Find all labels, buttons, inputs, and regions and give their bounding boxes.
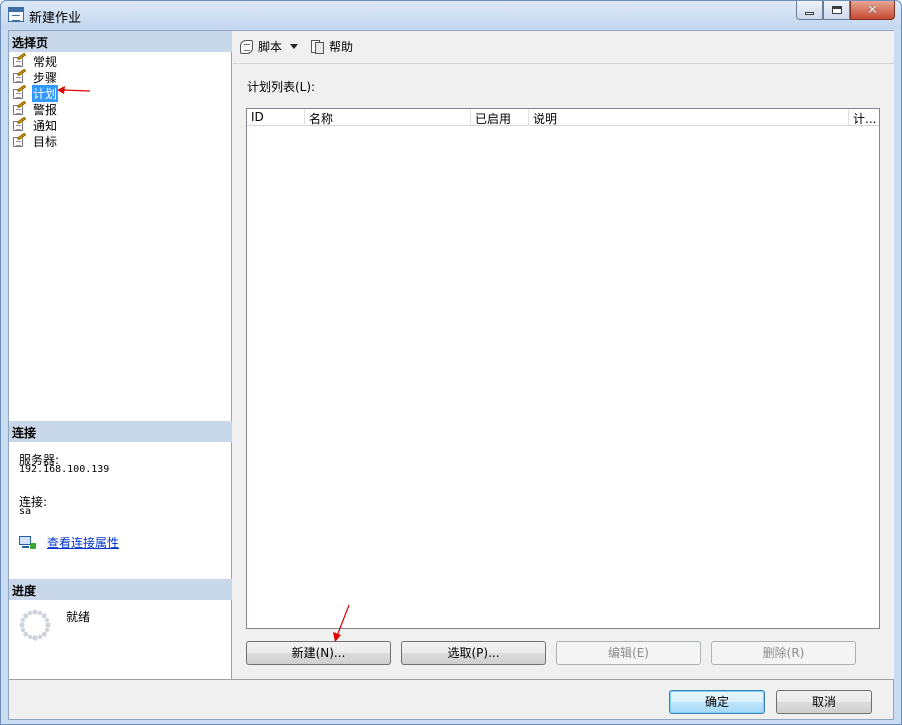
schedule-list-grid[interactable]: ID 名称 已启用 说明 计... <box>246 108 880 629</box>
annotation-arrow-left <box>57 86 91 94</box>
nav-item-label: 步骤 <box>33 70 58 85</box>
page-nav: 常规 步骤 计划 警报 通知 目标 <box>12 52 59 149</box>
column-header-schedule[interactable]: 计... <box>849 109 879 126</box>
column-header-enabled[interactable]: 已启用 <box>471 109 529 126</box>
cancel-button[interactable]: 取消 <box>776 690 872 714</box>
page-edit-icon <box>12 116 27 132</box>
maximize-button[interactable] <box>823 1 850 20</box>
minimize-icon <box>805 11 814 15</box>
nav-item-label: 通知 <box>33 118 58 133</box>
nav-item-label: 目标 <box>33 134 58 149</box>
edit-schedule-button[interactable]: 编辑(E) <box>556 641 701 665</box>
help-book-icon <box>310 39 326 55</box>
nav-item-label: 警报 <box>33 102 58 117</box>
close-icon: ✕ <box>867 2 878 18</box>
script-button[interactable]: 脚本 <box>239 38 299 55</box>
dialog-footer: 确定 取消 <box>9 679 893 719</box>
select-page-header: 选择页 <box>9 31 232 52</box>
annotation-arrow-down <box>333 604 350 642</box>
connection-value: sa <box>19 506 32 517</box>
column-header-description[interactable]: 说明 <box>529 109 849 126</box>
nav-item-alerts[interactable]: 警报 <box>12 100 58 117</box>
view-connection-properties[interactable]: 查看连接属性 <box>19 534 119 551</box>
connection-header: 连接 <box>9 421 232 442</box>
window-controls: ✕ <box>796 1 895 20</box>
progress-status: 就绪 <box>66 610 91 624</box>
nav-item-label: 计划 <box>32 84 59 102</box>
page-edit-icon <box>12 84 27 100</box>
left-panel: 选择页 常规 步骤 计划 警报 通知 目标 连接 服务器: 192.168.10… <box>9 31 232 679</box>
new-schedule-button[interactable]: 新建(N)... <box>246 641 391 665</box>
dialog-window: 新建作业 ✕ 选择页 常规 步骤 计划 警报 通知 目标 连接 服务器: 192… <box>0 0 902 725</box>
script-label: 脚本 <box>258 40 283 54</box>
title-bar[interactable]: 新建作业 ✕ <box>1 1 901 29</box>
toolbar: 脚本 帮助 <box>233 31 894 64</box>
main-panel: 脚本 帮助 计划列表(L): ID 名称 已启用 说明 计... 新建(N)..… <box>233 31 894 679</box>
column-header-name[interactable]: 名称 <box>305 109 471 126</box>
connection-properties-icon <box>19 535 37 551</box>
page-edit-icon <box>12 52 27 68</box>
progress-spinner-icon <box>19 609 51 641</box>
server-value: 192.168.100.139 <box>19 464 110 475</box>
nav-item-general[interactable]: 常规 <box>12 52 58 69</box>
help-button[interactable]: 帮助 <box>310 38 353 55</box>
nav-item-steps[interactable]: 步骤 <box>12 68 58 85</box>
view-connection-properties-link[interactable]: 查看连接属性 <box>47 534 119 551</box>
grid-header: ID 名称 已启用 说明 计... <box>247 109 879 126</box>
schedule-list-label: 计划列表(L): <box>247 80 316 94</box>
delete-schedule-button[interactable]: 删除(R) <box>711 641 856 665</box>
progress-header: 进度 <box>9 579 232 600</box>
window-title: 新建作业 <box>29 11 82 26</box>
pick-schedule-button[interactable]: 选取(P)... <box>401 641 546 665</box>
page-edit-icon <box>12 132 27 148</box>
client-area: 选择页 常规 步骤 计划 警报 通知 目标 连接 服务器: 192.168.10… <box>8 30 894 720</box>
app-window-icon <box>8 7 24 22</box>
page-edit-icon <box>12 68 27 84</box>
nav-item-notifications[interactable]: 通知 <box>12 116 58 133</box>
close-button[interactable]: ✕ <box>850 1 895 20</box>
nav-item-schedules[interactable]: 计划 <box>12 84 59 102</box>
maximize-icon <box>831 6 842 14</box>
chevron-down-icon[interactable] <box>290 44 299 49</box>
nav-item-targets[interactable]: 目标 <box>12 132 58 149</box>
nav-item-label: 常规 <box>33 54 58 69</box>
help-label: 帮助 <box>329 40 354 54</box>
minimize-button[interactable] <box>796 1 823 20</box>
script-icon <box>239 39 255 55</box>
ok-button[interactable]: 确定 <box>669 690 765 714</box>
column-header-id[interactable]: ID <box>247 109 305 126</box>
page-edit-icon <box>12 100 27 116</box>
